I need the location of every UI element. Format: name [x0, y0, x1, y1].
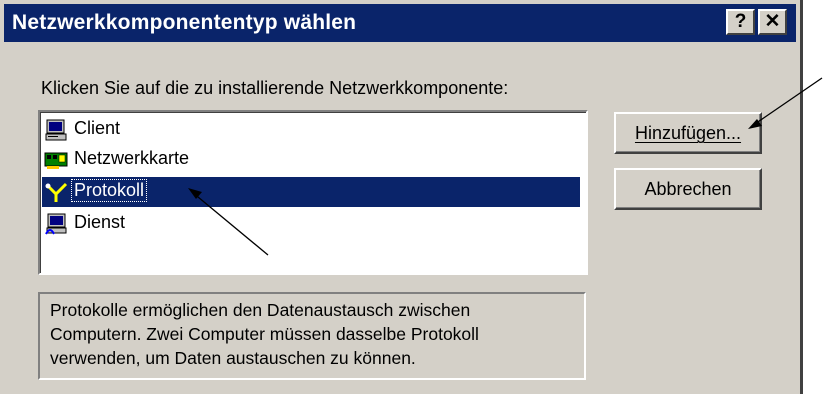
window-title: Netzwerkkomponententyp wählen	[12, 11, 357, 34]
service-icon	[44, 212, 68, 236]
list-item-client[interactable]: Client	[42, 115, 580, 145]
dialog-window: Netzwerkkomponententyp wählen ? ✕ Klicke…	[0, 0, 803, 394]
list-item-label: Client	[74, 118, 121, 138]
cancel-button-label: Abbrechen	[644, 179, 732, 199]
close-icon: ✕	[764, 11, 781, 32]
list-item-label: Dienst	[74, 212, 126, 232]
cancel-button[interactable]: Abbrechen	[614, 168, 762, 210]
description-line: Computern. Zwei Computer müssen dasselbe…	[50, 324, 479, 344]
title-bar: Netzwerkkomponententyp wählen ? ✕	[4, 4, 796, 42]
close-button[interactable]: ✕	[758, 9, 787, 35]
list-item-network-card[interactable]: Netzwerkkarte	[42, 145, 580, 175]
protocol-icon	[44, 180, 68, 204]
add-button[interactable]: Hinzufügen...	[614, 112, 762, 154]
add-button-label: Hinzufügen...	[634, 123, 742, 143]
description-line: verwenden, um Daten austauschen zu könne…	[50, 348, 416, 368]
list-item-label: Netzwerkkarte	[74, 148, 190, 168]
network-card-icon	[44, 148, 68, 172]
instruction-label: Klicken Sie auf die zu installierende Ne…	[41, 78, 509, 98]
list-item-service[interactable]: Dienst	[42, 209, 580, 239]
list-item-protocol[interactable]: Protokoll	[42, 177, 580, 207]
list-item-label: Protokoll	[70, 179, 148, 202]
component-type-list[interactable]: Client Netzwerkkarte Protokoll Dienst	[38, 110, 588, 275]
description-box: Protokolle ermöglichen den Datenaustausc…	[38, 292, 586, 380]
computer-icon	[44, 118, 68, 142]
help-icon: ?	[734, 11, 747, 32]
description-line: Protokolle ermöglichen den Datenaustausc…	[50, 300, 471, 320]
help-button[interactable]: ?	[726, 9, 755, 35]
